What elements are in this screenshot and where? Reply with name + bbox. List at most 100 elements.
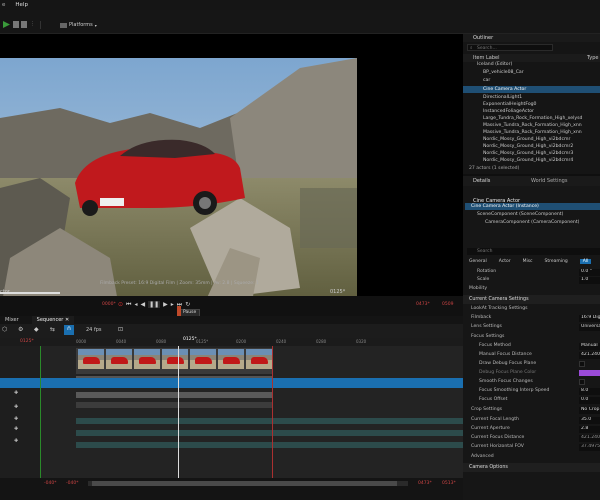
component-camera[interactable]: CameraComponent (CameraComponent) [485, 220, 579, 225]
play-reverse-icon[interactable]: ◀ [140, 301, 145, 308]
view-start[interactable]: -040* [44, 481, 56, 486]
outliner-item[interactable]: Massive_Tundra_Rock_Formation_High_xnn [483, 130, 582, 136]
add-track-icon[interactable]: ✚ [14, 390, 18, 396]
debug-color-swatch[interactable] [579, 370, 600, 376]
component-scene[interactable]: SceneComponent (SceneComponent) [477, 212, 563, 217]
outliner-item[interactable]: DirectionalLight1 [483, 95, 522, 101]
jump-start-icon[interactable]: ⏮ [126, 301, 131, 309]
settings-icon[interactable]: ⚙ [18, 326, 23, 333]
crop-row[interactable]: Crop Settings No Crop [463, 406, 600, 415]
menu-item-prev[interactable]: e [2, 2, 5, 8]
track-section[interactable] [76, 442, 463, 448]
lens-row[interactable]: Lens Settings Universal Zo [463, 323, 600, 332]
key-icon[interactable]: ◆ [34, 326, 39, 333]
add-key-icon[interactable]: ✚ [14, 416, 18, 422]
filter-streaming[interactable]: Streaming [545, 259, 568, 264]
column-item-label[interactable]: Item Label [473, 55, 499, 61]
level-viewport[interactable]: ctor Filmback Preset: 16:9 Digital Film … [0, 34, 463, 296]
track-section[interactable] [76, 430, 463, 436]
smooth-focus-checkbox[interactable] [579, 379, 585, 385]
menu-item-help[interactable]: Help [15, 2, 28, 8]
filmback-value[interactable]: 16:9 Digital [579, 315, 600, 322]
aperture-value[interactable]: 2.8 [579, 426, 600, 433]
step-back-icon[interactable]: ◂ [134, 301, 137, 308]
track-row[interactable] [0, 356, 40, 370]
view-end[interactable]: 0473* [418, 481, 432, 486]
playhead-handle[interactable] [177, 306, 181, 316]
tab-details[interactable]: Details [473, 178, 490, 184]
add-key-icon[interactable]: ✚ [14, 426, 18, 432]
advanced-row[interactable]: Advanced [463, 453, 600, 462]
outliner-item[interactable]: Iceland (Editor) [477, 62, 512, 68]
outliner-item[interactable]: Nordic_Mossy_Ground_High_vi2bdcmr [483, 137, 570, 143]
playhead-line[interactable] [178, 346, 179, 478]
outliner-item[interactable]: Nordic_Mossy_Ground_High_vi2bdcmr3 [483, 151, 573, 157]
outliner-item[interactable]: Massive_Tundra_Rock_Formation_High_xnn [483, 123, 582, 129]
lens-value[interactable]: Universal Zo [579, 324, 600, 331]
outliner-item[interactable]: InstancedFoliageActor [483, 109, 534, 115]
tab-sequencer[interactable]: Sequencer ✕ [31, 316, 75, 324]
record-icon[interactable]: ⊙ [118, 301, 123, 308]
outliner-title[interactable]: Outliner [473, 35, 493, 41]
crop-value[interactable]: No Crop [579, 407, 600, 414]
section-current-camera[interactable]: Current Camera Settings [463, 295, 600, 304]
draw-debug-checkbox[interactable] [579, 361, 585, 367]
track-row-selected[interactable] [0, 378, 40, 388]
snap-icon[interactable]: ⇆ [50, 326, 55, 333]
fps-selector[interactable]: 24 fps [86, 327, 102, 333]
working-end[interactable]: 0513* [442, 481, 456, 486]
add-key-icon[interactable]: ✚ [14, 404, 18, 410]
start-marker[interactable] [40, 346, 41, 478]
column-type[interactable]: Type [587, 55, 598, 61]
outliner-item[interactable]: BP_vehicle08_Car [483, 70, 524, 76]
platforms-dropdown[interactable]: Platforms ▾ [60, 21, 97, 29]
add-key-icon[interactable]: ✚ [14, 438, 18, 444]
focus-method-value[interactable]: Manual [579, 343, 600, 350]
filter-general[interactable]: General [469, 259, 487, 264]
outliner-item[interactable]: car [483, 78, 490, 84]
outliner-item-selected[interactable]: Cine Camera Actor [483, 87, 526, 93]
selected-track-lane[interactable] [40, 378, 463, 388]
playback-options-icon[interactable]: ⊡ [118, 326, 123, 333]
filmback-row[interactable]: Filmback 16:9 Digital [463, 314, 600, 323]
magnet-icon[interactable]: ∩ [64, 325, 74, 335]
outliner-item[interactable]: Large_Tundra_Rock_Formation_High_xelysd [483, 116, 582, 122]
step-forward-icon[interactable]: ▸ [171, 301, 174, 308]
focus-settings-row[interactable]: Focus Settings [463, 333, 600, 342]
more-options-icon[interactable]: ⋮ [30, 21, 35, 28]
shot-track[interactable] [76, 348, 272, 374]
tab-world-settings[interactable]: World Settings [531, 178, 567, 184]
current-frame[interactable]: 0125* [20, 339, 34, 344]
track-section[interactable] [76, 392, 272, 398]
end-marker[interactable] [272, 346, 273, 478]
start-frame[interactable]: 0000* [102, 302, 116, 307]
play-icon[interactable] [3, 21, 10, 28]
horizontal-scrollbar[interactable] [88, 481, 408, 486]
time-ruler[interactable]: 0000 0040 0080 0125* 0200 0240 0280 0320 [40, 338, 463, 346]
tab-mixer[interactable]: Mixer [0, 316, 24, 324]
step-icon[interactable] [13, 21, 19, 28]
close-icon[interactable]: ✕ [65, 317, 69, 323]
scale-value[interactable]: 1.0 [579, 277, 600, 284]
focus-speed-value[interactable]: 8.0 [579, 388, 600, 395]
outliner-item[interactable]: ExponentialHeightFog0 [483, 102, 536, 108]
section-camera-options[interactable]: Camera Options [463, 463, 600, 472]
focus-offset-value[interactable]: 0.0 [579, 397, 600, 404]
manual-focus-value[interactable]: 421.24000 [579, 352, 600, 359]
outliner-search-input[interactable]: ⌕ Search... [467, 44, 553, 51]
track-section[interactable] [76, 418, 463, 424]
filter-actor[interactable]: Actor [499, 259, 511, 264]
filter-all[interactable]: All [579, 259, 592, 264]
details-search-input[interactable]: Search [467, 248, 600, 255]
timeline-area[interactable] [40, 346, 463, 478]
filter-misc[interactable]: Misc [523, 259, 533, 264]
end-frame[interactable]: 0473* [416, 302, 430, 307]
play-icon[interactable]: ▶ [163, 301, 168, 308]
track-section[interactable] [76, 402, 272, 408]
stop-icon[interactable] [21, 21, 27, 28]
camera-icon[interactable]: ⬡ [2, 326, 7, 333]
instance-row[interactable]: Cine Camera Actor (Instance) [465, 203, 600, 210]
pause-button[interactable]: ❚❚ [148, 301, 161, 308]
outliner-item[interactable]: Nordic_Mossy_Ground_High_vi2bdcmr4 [483, 158, 573, 164]
lookat-row[interactable]: LookAt Tracking Settings [463, 305, 600, 314]
